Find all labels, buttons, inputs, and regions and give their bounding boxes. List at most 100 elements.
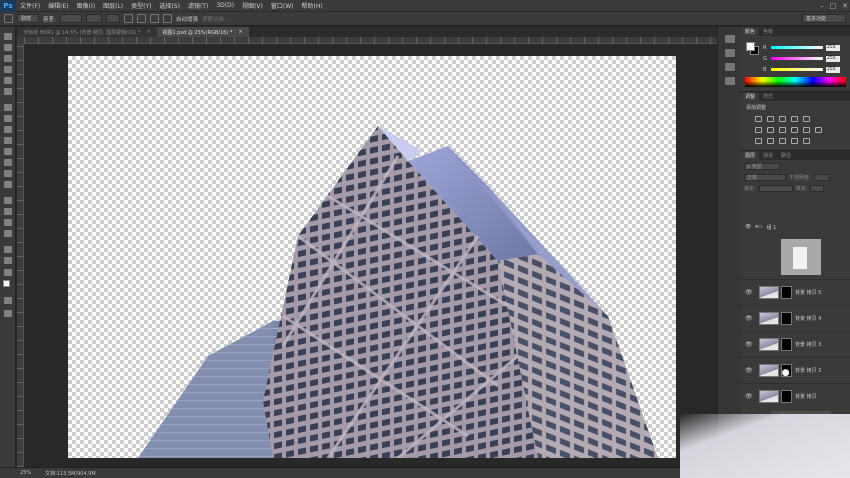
menu-filter[interactable]: 滤镜(T) [184,1,212,10]
lock-options[interactable] [758,185,793,192]
auto-enhance-checkbox[interactable]: 自动增强 [176,15,198,23]
hand-tool-icon[interactable] [4,246,12,253]
menu-view[interactable]: 视图(V) [238,1,267,10]
document-canvas[interactable] [68,56,676,458]
properties-panel-icon[interactable] [725,49,735,57]
maximize-button[interactable]: □ [830,2,837,10]
screen-mode-icon[interactable] [4,310,12,317]
tab-channels[interactable]: 通道 [759,151,777,160]
healing-brush-tool-icon[interactable] [4,104,12,111]
eraser-tool-icon[interactable] [4,148,12,155]
vibrance-icon[interactable] [803,116,810,122]
tab-paths[interactable]: 路径 [777,151,795,160]
foreground-color-swatch[interactable] [3,280,10,287]
foreground-color-swatch[interactable] [746,42,755,51]
shape-tool-icon[interactable] [4,230,12,237]
path-select-tool-icon[interactable] [4,219,12,226]
zoom-level[interactable]: 25% [20,470,31,476]
brightness-icon[interactable] [755,116,762,122]
marquee-tool-icon[interactable] [4,44,12,51]
subtract-selection-icon[interactable] [149,14,159,23]
type-tool-icon[interactable] [4,208,12,215]
eye-icon[interactable]: 👁 [745,289,753,296]
fill-input[interactable] [810,185,825,192]
paragraph-panel-icon[interactable] [725,77,735,85]
layer-row[interactable]: 👁 背景 拷贝 3 [741,331,850,357]
layer-filter-select[interactable]: ρ 类型 [744,163,780,170]
gradient-map-icon[interactable] [791,138,798,144]
contiguous-toggle[interactable] [105,14,120,23]
close-button[interactable]: ✕ [842,2,848,10]
blue-value-field[interactable]: 255 [826,66,840,73]
dodge-tool-icon[interactable] [4,181,12,188]
sample-size-select[interactable]: 取样 [17,14,39,23]
opacity-input[interactable] [813,174,830,181]
posterize-icon[interactable] [767,138,774,144]
brush-settings-icon[interactable] [162,14,172,23]
tab-document-1[interactable]: 天际线 HDR1 @ 14.5% (背景 拷贝, 图层蒙版/16) * × [17,27,157,37]
tab-document-2[interactable]: 视图1.psd @ 25%(RGB/16) * × [156,27,249,37]
layer-mask-thumbnail[interactable] [781,364,792,377]
layer-row[interactable]: 👁 背景 拷贝 [741,383,850,409]
menu-edit[interactable]: 编辑(E) [44,1,72,10]
canvas-area[interactable] [24,44,717,467]
layer-mask-thumbnail[interactable] [781,338,792,351]
horizontal-ruler[interactable] [24,37,717,44]
tab-layers[interactable]: 图层 [741,151,760,160]
layer-mask-thumbnail[interactable] [781,390,792,403]
layer-mask-thumbnail[interactable] [781,286,792,299]
crop-tool-icon[interactable] [4,77,12,84]
ruler-origin[interactable] [17,37,24,44]
swap-colors-icon[interactable] [4,269,12,276]
blend-mode-select[interactable]: 正常 [744,174,786,181]
move-tool-icon[interactable] [4,33,12,40]
eye-icon[interactable]: 👁 [745,341,753,348]
layer-row[interactable]: 👁 背景 拷贝 4 [741,305,850,331]
add-selection-icon[interactable] [136,14,146,23]
zoom-tool-icon[interactable] [4,257,12,264]
color-balance-icon[interactable] [767,127,774,133]
eye-icon[interactable]: 👁 [745,393,753,400]
quick-mask-icon[interactable] [4,297,12,304]
quick-select-tool-icon[interactable] [4,66,12,73]
clone-stamp-tool-icon[interactable] [4,126,12,133]
green-slider[interactable]: G 255 [763,55,847,62]
layer-mask-thumbnail[interactable] [781,312,792,325]
character-panel-icon[interactable] [725,63,735,71]
red-value-field[interactable]: 255 [826,44,840,51]
levels-icon[interactable] [767,116,774,122]
close-icon[interactable]: × [238,29,242,35]
color-spectrum-bar[interactable] [745,77,846,87]
tab-color[interactable]: 颜色 [741,27,760,36]
eye-icon[interactable]: 👁 [745,315,753,322]
layer-row[interactable]: 👁 背景 拷贝 5 [741,279,850,305]
history-brush-tool-icon[interactable] [4,137,12,144]
hue-saturation-icon[interactable] [755,127,762,133]
eye-icon[interactable]: 👁 [745,224,751,230]
history-panel-icon[interactable] [725,35,735,43]
exposure-icon[interactable] [791,116,798,122]
vertical-ruler[interactable] [17,44,24,467]
layer-row[interactable]: 👁 背景 拷贝 2 [741,357,850,383]
eye-icon[interactable]: 👁 [745,367,753,374]
threshold-icon[interactable] [779,138,786,144]
lasso-tool-icon[interactable] [4,55,12,62]
selective-color-icon[interactable] [803,138,810,144]
color-lookup-icon[interactable] [815,127,822,133]
quick-select-tool-icon[interactable] [4,14,13,23]
workspace-select[interactable]: 基本功能 [802,14,846,23]
curves-icon[interactable] [779,116,786,122]
tab-swatches[interactable]: 色板 [759,27,777,36]
photo-filter-icon[interactable] [791,127,798,133]
channel-mixer-icon[interactable] [803,127,810,133]
eyedropper-tool-icon[interactable] [4,88,12,95]
menu-file[interactable]: 文件(F) [16,1,44,10]
menu-select[interactable]: 选择(S) [155,1,184,10]
tab-adjustments[interactable]: 调整 [741,92,760,101]
menu-3d[interactable]: 3D(D) [212,2,238,9]
close-icon[interactable]: × [146,29,150,35]
green-value-field[interactable]: 255 [826,55,840,62]
refine-edge-button[interactable]: 调整边缘... [202,15,229,23]
minimize-button[interactable]: – [820,2,824,10]
red-slider[interactable]: R 255 [763,44,847,51]
